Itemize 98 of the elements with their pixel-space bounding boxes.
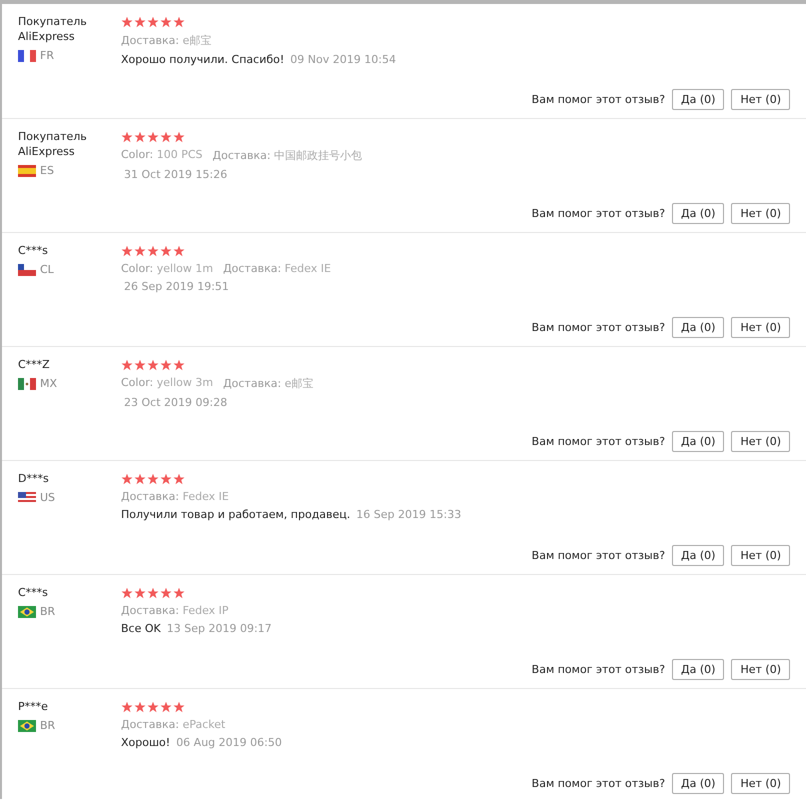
star-icon [147,701,159,713]
flag-icon [18,264,36,276]
order-detail: Color: yellow 3m [121,376,214,391]
reviewer-name: C***s [18,243,49,258]
reviewer-name: Покупатель AliExpress [18,129,88,159]
review-text: Хорошо! [121,736,170,749]
star-icon [173,131,185,143]
flag-icon [18,378,36,390]
review-text: Все OK [121,622,161,635]
star-icon [134,587,146,599]
review-date: 26 Sep 2019 19:51 [123,280,229,293]
review-date: 09 Nov 2019 10:54 [290,53,396,66]
country-code: FR [40,49,54,62]
star-icon [121,16,133,28]
order-detail: Доставка: Fedex IE [121,490,229,503]
helpful-prompt: Вам помог этот отзыв? [532,663,666,676]
no-button[interactable]: Нет (0) [731,545,790,566]
country-code: CL [40,263,54,276]
country-code: BR [40,605,56,618]
reviewer-name: Покупатель AliExpress [18,14,88,44]
review-date: 16 Sep 2019 15:33 [356,508,462,521]
star-icon [134,245,146,257]
no-button[interactable]: Нет (0) [731,431,790,452]
country-code: US [40,491,56,504]
helpful-prompt: Вам помог этот отзыв? [532,207,666,220]
star-icon [173,359,185,371]
star-icon [160,245,172,257]
reviewer-name: D***s [18,471,50,486]
star-icon [160,587,172,599]
order-detail: Доставка: ePacket [121,718,226,731]
flag-icon [18,720,36,732]
helpful-prompt: Вам помог этот отзыв? [532,549,666,562]
star-icon [160,16,172,28]
order-detail: Доставка: Fedex IE [223,262,331,275]
star-icon [147,473,159,485]
star-icon [121,473,133,485]
star-icon [121,359,133,371]
star-icon [173,473,185,485]
no-button[interactable]: Нет (0) [731,317,790,338]
order-detail: Color: 100 PCS [121,148,203,163]
yes-button[interactable]: Да (0) [672,431,724,452]
star-icon [160,701,172,713]
reviewer-name: C***Z [18,357,51,372]
star-icon [134,473,146,485]
helpful-prompt: Вам помог этот отзыв? [532,93,666,106]
flag-icon [18,492,36,504]
star-icon [147,587,159,599]
helpful-prompt: Вам помог этот отзыв? [532,777,666,790]
country-code: MX [40,377,58,390]
order-detail: Color: yellow 1m [121,262,214,275]
star-icon [173,701,185,713]
star-icon [173,587,185,599]
no-button[interactable]: Нет (0) [731,203,790,224]
reviewer-name: C***s [18,585,49,600]
star-icon [121,131,133,143]
flag-icon [18,164,36,176]
review-date: 23 Oct 2019 09:28 [123,396,228,409]
review-date: 13 Sep 2019 09:17 [166,622,272,635]
yes-button[interactable]: Да (0) [672,203,724,224]
order-detail: Доставка: Fedex IP [121,604,229,617]
order-detail: Доставка: 中国邮政挂号小包 [212,148,362,163]
no-button[interactable]: Нет (0) [731,89,790,110]
order-detail: Доставка: e邮宝 [223,376,314,391]
review-text: Хорошо получили. Спасибо! [121,53,284,66]
star-icon [134,701,146,713]
star-icon [147,359,159,371]
star-icon [134,131,146,143]
helpful-prompt: Вам помог этот отзыв? [532,321,666,334]
helpful-prompt: Вам помог этот отзыв? [532,435,666,448]
star-icon [160,473,172,485]
yes-button[interactable]: Да (0) [672,89,724,110]
star-icon [160,359,172,371]
review-text: Получили товар и работаем, продавец. [121,508,350,521]
star-icon [121,701,133,713]
star-icon [134,359,146,371]
star-icon [160,131,172,143]
star-icon [173,16,185,28]
yes-button[interactable]: Да (0) [672,317,724,338]
star-icon [121,587,133,599]
no-button[interactable]: Нет (0) [731,659,790,680]
yes-button[interactable]: Да (0) [672,545,724,566]
star-icon [147,16,159,28]
review-date: 06 Aug 2019 06:50 [176,736,282,749]
star-icon [173,245,185,257]
flag-icon [18,50,36,62]
yes-button[interactable]: Да (0) [672,659,724,680]
review-date: 31 Oct 2019 15:26 [123,168,228,181]
star-icon [134,16,146,28]
star-icon [147,245,159,257]
star-icon [121,245,133,257]
reviewer-name: P***e [18,699,49,714]
star-icon [147,131,159,143]
country-code: ES [40,164,54,177]
order-detail: Доставка: e邮宝 [121,33,212,48]
country-code: BR [40,719,56,732]
yes-button[interactable]: Да (0) [672,773,724,794]
no-button[interactable]: Нет (0) [731,773,790,794]
flag-icon [18,606,36,618]
